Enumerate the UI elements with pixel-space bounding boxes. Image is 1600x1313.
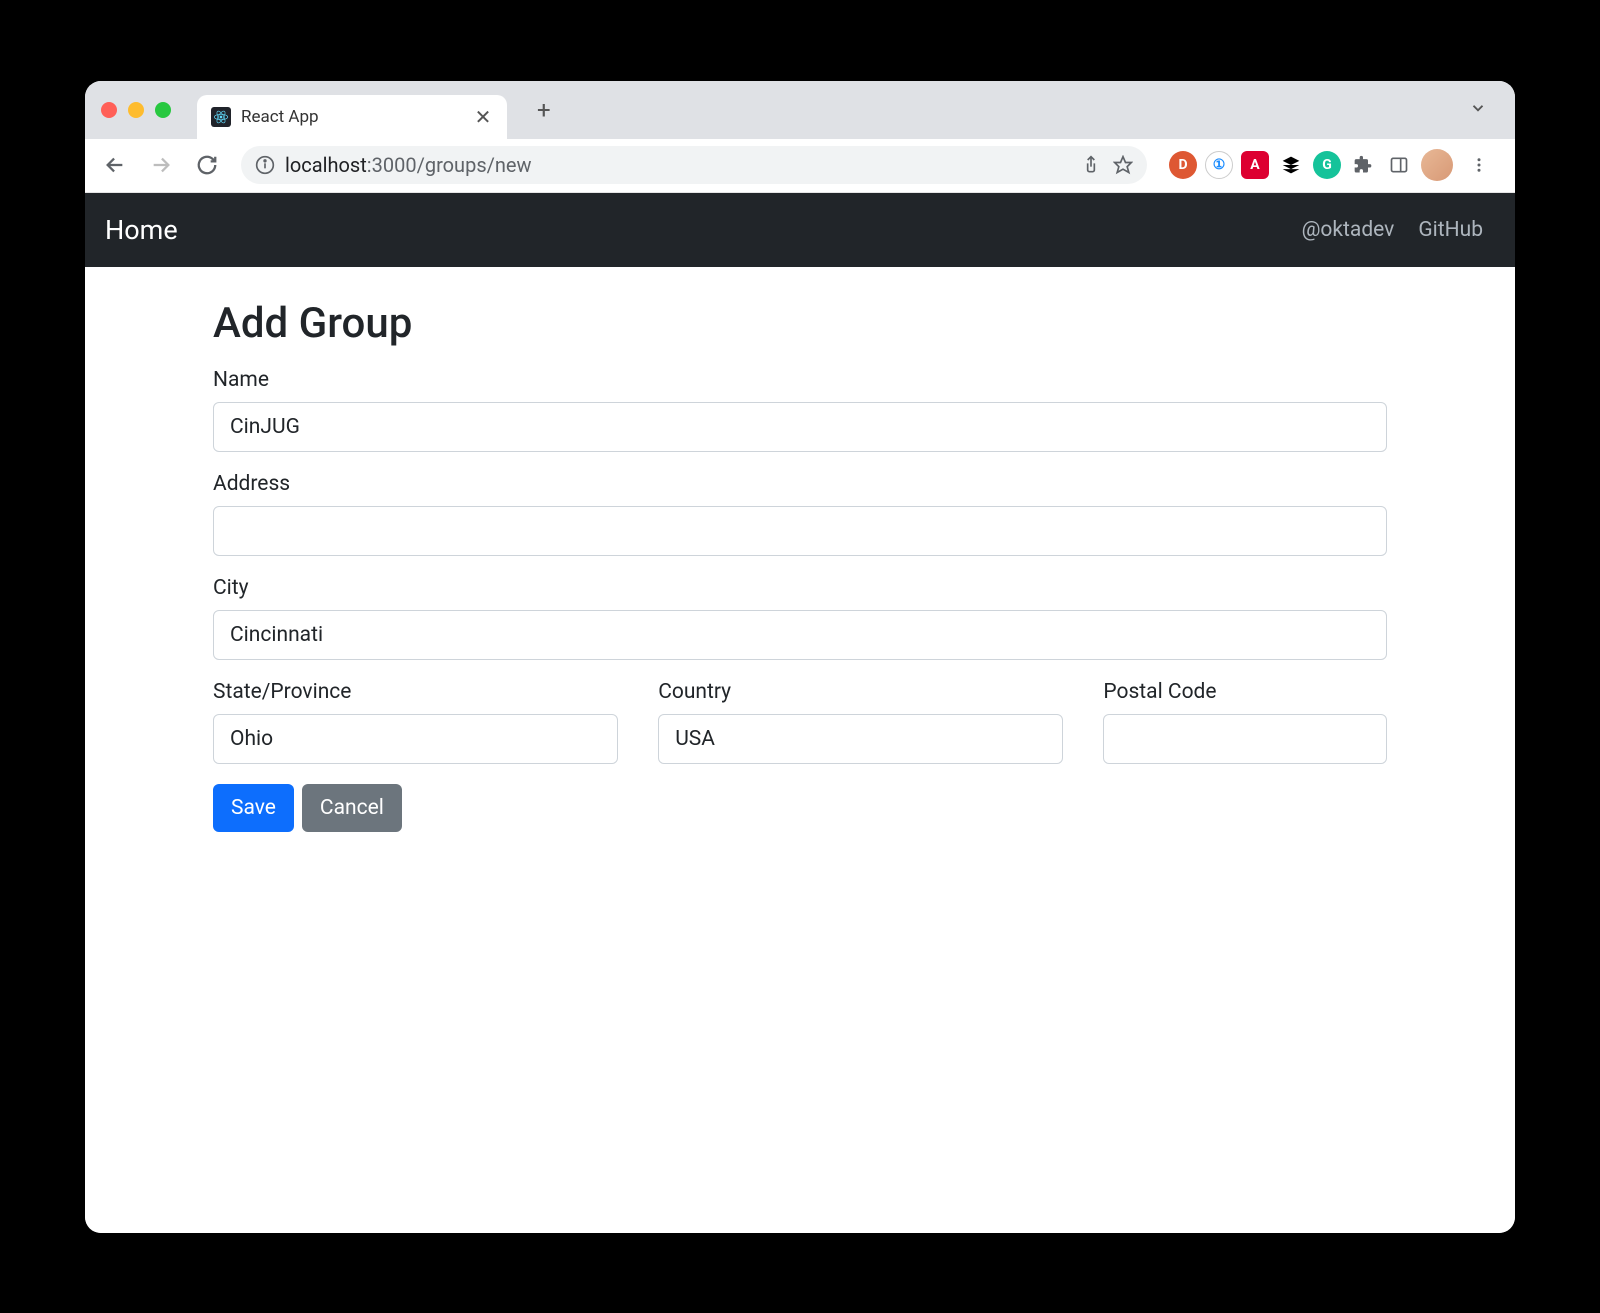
form-group-name: Name (213, 368, 1387, 452)
duckduckgo-extension-icon[interactable]: D (1169, 151, 1197, 179)
browser-window: React App ✕ + (85, 81, 1515, 1233)
buffer-extension-icon[interactable] (1277, 151, 1305, 179)
bookmark-star-icon[interactable] (1113, 155, 1133, 175)
new-tab-button[interactable]: + (525, 96, 563, 124)
nav-link-github[interactable]: GitHub (1406, 218, 1495, 242)
tab-bar: React App ✕ + (85, 81, 1515, 139)
extension-icons: D ① A G (1163, 147, 1503, 183)
app-navbar: Home @oktadev GitHub (85, 193, 1515, 267)
url-bar[interactable]: localhost:3000/groups/new (241, 146, 1147, 184)
minimize-window-button[interactable] (128, 102, 144, 118)
save-button[interactable]: Save (213, 784, 294, 832)
browser-tab[interactable]: React App ✕ (197, 95, 507, 139)
postal-input[interactable] (1103, 714, 1387, 764)
nav-brand-home[interactable]: Home (105, 214, 178, 246)
forward-button[interactable] (143, 147, 179, 183)
form-container: Add Group Name Address City State/Provin… (85, 267, 1515, 864)
city-input[interactable] (213, 610, 1387, 660)
side-panel-icon[interactable] (1385, 151, 1413, 179)
site-info-icon[interactable] (255, 155, 275, 175)
window-dropdown-icon[interactable] (1457, 99, 1499, 121)
address-bar: localhost:3000/groups/new D ① A (85, 139, 1515, 193)
close-tab-icon[interactable]: ✕ (473, 105, 493, 129)
form-group-address: Address (213, 472, 1387, 556)
grammarly-extension-icon[interactable]: G (1313, 151, 1341, 179)
reload-button[interactable] (189, 147, 225, 183)
app-viewport: Home @oktadev GitHub Add Group Name Addr… (85, 193, 1515, 1233)
address-input[interactable] (213, 506, 1387, 556)
window-controls (101, 102, 171, 118)
state-label: State/Province (213, 680, 618, 704)
close-window-button[interactable] (101, 102, 117, 118)
country-label: Country (658, 680, 1063, 704)
tab-title: React App (241, 107, 463, 127)
react-favicon-icon (211, 107, 231, 127)
country-input[interactable] (658, 714, 1063, 764)
browser-chrome: React App ✕ + (85, 81, 1515, 193)
state-input[interactable] (213, 714, 618, 764)
name-label: Name (213, 368, 1387, 392)
form-group-city: City (213, 576, 1387, 660)
extensions-puzzle-icon[interactable] (1349, 151, 1377, 179)
share-icon[interactable] (1081, 155, 1101, 175)
browser-menu-icon[interactable] (1461, 147, 1497, 183)
city-label: City (213, 576, 1387, 600)
maximize-window-button[interactable] (155, 102, 171, 118)
form-group-state: State/Province (213, 680, 618, 764)
form-row-location: State/Province Country Postal Code (213, 680, 1387, 764)
page-title: Add Group (213, 299, 1387, 348)
onepassword-extension-icon[interactable]: ① (1205, 151, 1233, 179)
form-actions: Save Cancel (213, 784, 1387, 832)
postal-label: Postal Code (1103, 680, 1387, 704)
url-text: localhost:3000/groups/new (285, 153, 1071, 177)
nav-link-oktadev[interactable]: @oktadev (1290, 218, 1407, 242)
back-button[interactable] (97, 147, 133, 183)
address-label: Address (213, 472, 1387, 496)
form-group-country: Country (658, 680, 1063, 764)
cancel-button[interactable]: Cancel (302, 784, 402, 832)
name-input[interactable] (213, 402, 1387, 452)
profile-avatar[interactable] (1421, 149, 1453, 181)
form-group-postal: Postal Code (1103, 680, 1387, 764)
angular-extension-icon[interactable]: A (1241, 151, 1269, 179)
